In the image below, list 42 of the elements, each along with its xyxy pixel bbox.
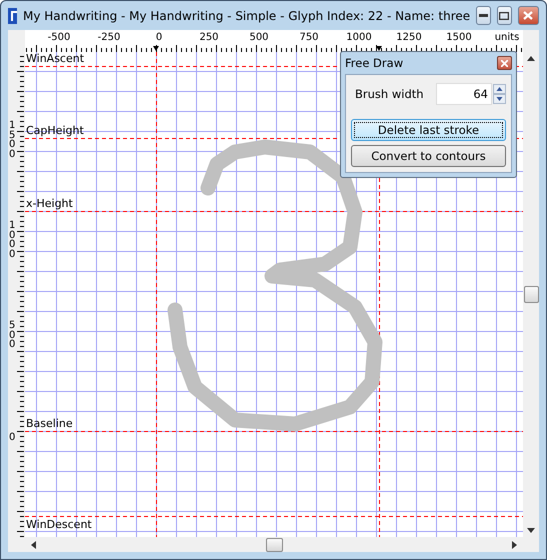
ruler-unit-label: units [494, 32, 520, 43]
dialog-title: Free Draw [345, 56, 404, 70]
scroll-thumb[interactable] [266, 538, 282, 552]
brush-width-label: Brush width [355, 87, 424, 101]
ruler-label: 500 [249, 32, 269, 43]
dialog-button[interactable]: Delete last stroke [351, 119, 506, 141]
metric-line-label: x-Height [26, 198, 73, 210]
ruler-label: 1000 [346, 32, 372, 43]
maximize-button[interactable] [497, 6, 512, 25]
scroll-thumb[interactable] [524, 286, 538, 303]
metric-line-label: CapHeight [26, 125, 84, 137]
ruler-label: 1500 [9, 121, 16, 159]
scroll-down-icon[interactable] [527, 528, 535, 533]
spin-down-icon[interactable] [493, 94, 506, 104]
metric-line-label: WinAscent [26, 53, 84, 65]
dialog-button[interactable]: Convert to contours [351, 145, 506, 167]
spin-up-icon[interactable] [493, 84, 506, 94]
ruler-label: 1000 [9, 221, 16, 259]
metric-line-label: Baseline [26, 418, 73, 430]
ruler-label: 0 [156, 32, 162, 43]
brush-width-field[interactable]: 64 [436, 83, 492, 105]
close-icon [523, 11, 534, 20]
minimize-button[interactable] [476, 6, 492, 25]
maximize-icon [499, 12, 510, 20]
ruler-label: 1500 [446, 32, 472, 43]
close-button[interactable] [518, 6, 539, 25]
minimize-icon [479, 14, 488, 17]
close-button[interactable] [497, 56, 512, 70]
ruler-label: 250 [199, 32, 219, 43]
ruler-label: 750 [299, 32, 319, 43]
app-icon [8, 8, 17, 24]
metric-line-label: WinDescent [26, 519, 92, 531]
ruler-label: -250 [98, 32, 120, 43]
ruler-label: -500 [48, 32, 70, 43]
window-title: My Handwriting - My Handwriting - Simple - Glyph Index: 22 - Name: three [22, 8, 470, 22]
ruler-label: 1250 [396, 32, 422, 43]
scroll-up-icon[interactable] [527, 56, 535, 61]
close-icon [501, 60, 508, 66]
ruler-label: 500 [9, 321, 16, 350]
scroll-left-icon[interactable] [31, 540, 36, 548]
ruler-label: 0 [9, 433, 16, 442]
scroll-right-icon[interactable] [512, 540, 517, 548]
